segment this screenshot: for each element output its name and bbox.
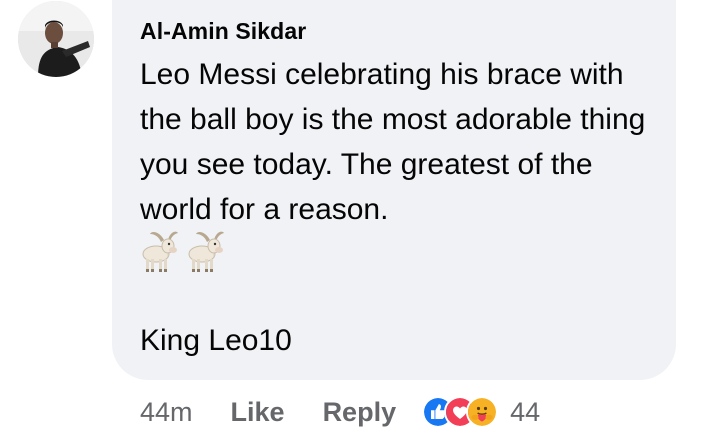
comment-actions: 44m Like Reply 44 (140, 396, 540, 428)
comment-timestamp[interactable]: 44m (140, 397, 193, 428)
reply-button[interactable]: Reply (323, 397, 397, 428)
comment-signoff: King Leo10 (140, 324, 292, 357)
goat-emoji-icon (188, 231, 224, 272)
goat-emoji-icon (142, 231, 178, 272)
comment-author[interactable]: Al-Amin Sikdar (140, 18, 306, 45)
profile-photo (18, 1, 94, 77)
avatar[interactable] (18, 1, 94, 77)
comment-bubble: Al-Amin Sikdar Leo Messi celebrating his… (112, 0, 676, 380)
comment-body: Leo Messi celebrating his brace with the… (140, 58, 646, 226)
like-button[interactable]: Like (231, 397, 285, 428)
reaction-summary[interactable] (422, 396, 499, 428)
reaction-count[interactable]: 44 (510, 397, 540, 428)
comment-emoji-row (138, 228, 226, 274)
comment-thread: Al-Amin Sikdar Leo Messi celebrating his… (0, 0, 720, 433)
care-reaction-icon (466, 396, 499, 428)
